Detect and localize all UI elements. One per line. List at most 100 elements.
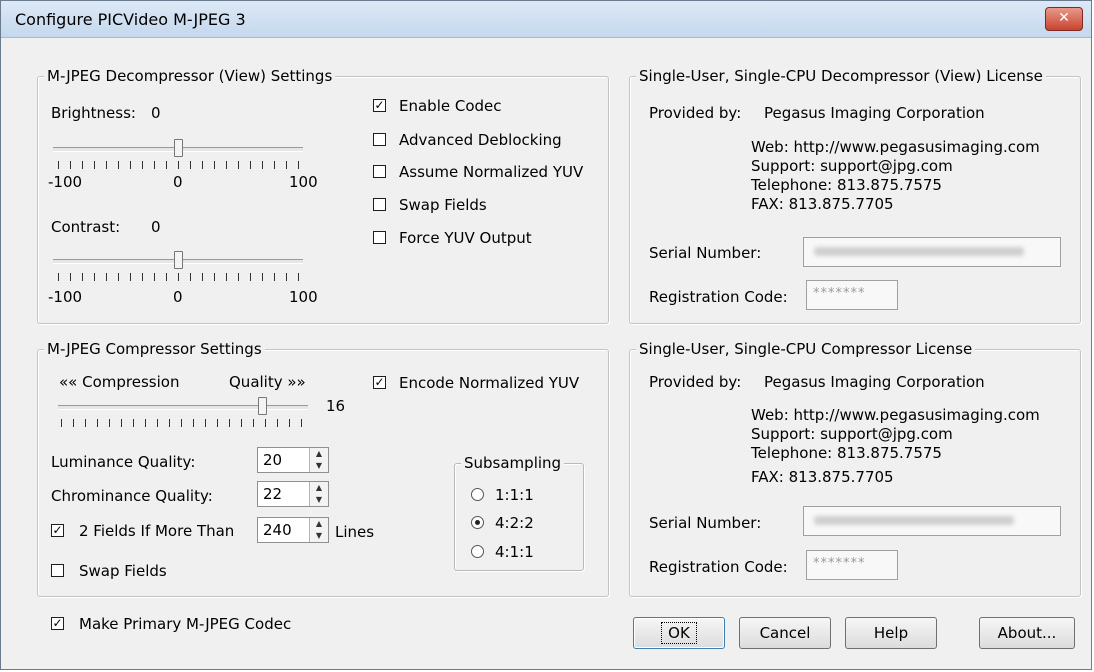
luminance-quality-value: 20	[263, 451, 283, 469]
contrast-scale-min: -100	[48, 288, 83, 306]
make-primary-checkbox[interactable]: ✓ Make Primary M-JPEG Codec	[51, 614, 331, 634]
decomp-provided-label: Provided by:	[649, 104, 742, 122]
ok-button[interactable]: OK	[633, 617, 725, 649]
swap-fields-decomp-label: Swap Fields	[399, 196, 487, 214]
radio-422-circle	[471, 516, 484, 529]
fields-spin-arrows[interactable]: ▲ ▼	[309, 518, 328, 542]
spin-down-icon[interactable]: ▼	[310, 460, 328, 472]
encode-normalized-yuv-label: Encode Normalized YUV	[399, 374, 580, 392]
encode-normalized-yuv-checkmark: ✓	[373, 375, 386, 389]
swap-fields-comp-label: Swap Fields	[79, 562, 167, 580]
title-bar: Configure PICVideo M-JPEG 3 ✕	[1, 1, 1091, 38]
decomp-reg-mask: *******	[813, 286, 866, 301]
about-button-label: About...	[997, 624, 1057, 642]
enable-codec-checkbox[interactable]: ✓ Enable Codec	[373, 96, 593, 116]
advanced-deblocking-checkbox[interactable]: Advanced Deblocking	[373, 130, 593, 150]
comp-serial-field[interactable]	[803, 506, 1061, 536]
brightness-label-text: Brightness:	[51, 104, 136, 122]
decomp-fax: FAX: 813.875.7705	[751, 195, 894, 213]
assume-normalized-yuv-label: Assume Normalized YUV	[399, 163, 584, 181]
assume-normalized-yuv-box	[373, 165, 386, 178]
decomp-telephone: Telephone: 813.875.7575	[751, 176, 942, 194]
help-button-label: Help	[873, 624, 909, 642]
brightness-slider[interactable]	[53, 139, 303, 159]
chrominance-spin-arrows[interactable]: ▲ ▼	[309, 482, 328, 506]
fields-lines-value: 240	[263, 521, 292, 539]
quality-slider-thumb[interactable]	[258, 397, 267, 415]
encode-normalized-yuv-checkbox[interactable]: ✓ Encode Normalized YUV	[373, 373, 598, 393]
decomp-reg-field[interactable]: *******	[806, 280, 898, 310]
chrominance-quality-value: 22	[263, 485, 283, 503]
radio-411[interactable]: 4:1:1	[471, 542, 561, 562]
decompressor-license-legend: Single-User, Single-CPU Decompressor (Vi…	[636, 67, 1046, 85]
radio-111[interactable]: 1:1:1	[471, 485, 561, 505]
luminance-spin-arrows[interactable]: ▲ ▼	[309, 448, 328, 472]
force-yuv-output-checkbox[interactable]: Force YUV Output	[373, 228, 573, 248]
brightness-scale-mid: 0	[173, 173, 183, 191]
radio-411-label: 4:1:1	[495, 543, 534, 561]
fields-lines-spinner[interactable]: 240 ▲ ▼	[257, 517, 329, 543]
comp-provider: Pegasus Imaging Corporation	[764, 373, 985, 391]
comp-support: Support: support@jpg.com	[751, 425, 953, 443]
swap-fields-comp-box	[51, 564, 64, 577]
brightness-slider-thumb[interactable]	[174, 139, 183, 157]
chrominance-quality-label: Chrominance Quality:	[51, 487, 213, 505]
quality-label: Quality »»	[229, 373, 306, 391]
quality-slider[interactable]	[58, 397, 308, 417]
comp-provided-label: Provided by:	[649, 373, 742, 391]
swap-fields-decomp-box	[373, 198, 386, 211]
make-primary-label: Make Primary M-JPEG Codec	[79, 615, 292, 633]
brightness-ticks	[58, 161, 304, 169]
advanced-deblocking-label: Advanced Deblocking	[399, 131, 562, 149]
contrast-scale-mid: 0	[173, 288, 183, 306]
comp-serial-label: Serial Number:	[649, 514, 762, 532]
decomp-serial-label: Serial Number:	[649, 244, 762, 262]
radio-422[interactable]: 4:2:2	[471, 513, 561, 533]
two-fields-checkmark: ✓	[51, 523, 64, 537]
cancel-button[interactable]: Cancel	[739, 617, 831, 649]
quality-value: 16	[326, 397, 346, 415]
brightness-scale-max: 100	[289, 173, 318, 191]
compression-label: «« Compression	[59, 373, 180, 391]
decomp-provider: Pegasus Imaging Corporation	[764, 104, 985, 122]
configure-dialog: Configure PICVideo M-JPEG 3 ✕ M-JPEG Dec…	[0, 0, 1092, 670]
radio-422-label: 4:2:2	[495, 514, 534, 532]
two-fields-label: 2 Fields If More Than	[79, 522, 235, 540]
about-button[interactable]: About...	[979, 617, 1075, 649]
compressor-license-legend: Single-User, Single-CPU Compressor Licen…	[636, 340, 976, 358]
spin-down-icon[interactable]: ▼	[310, 530, 328, 542]
force-yuv-output-box	[373, 231, 386, 244]
quality-ticks	[61, 419, 307, 427]
spin-up-icon[interactable]: ▲	[310, 448, 328, 460]
assume-normalized-yuv-checkbox[interactable]: Assume Normalized YUV	[373, 162, 598, 182]
radio-111-label: 1:1:1	[495, 486, 534, 504]
help-button[interactable]: Help	[845, 617, 937, 649]
spin-up-icon[interactable]: ▲	[310, 482, 328, 494]
enable-codec-label: Enable Codec	[399, 97, 502, 115]
spin-down-icon[interactable]: ▼	[310, 494, 328, 506]
contrast-value: 0	[151, 218, 161, 236]
comp-reg-field[interactable]: *******	[806, 550, 898, 580]
luminance-quality-spinner[interactable]: 20 ▲ ▼	[257, 447, 329, 473]
decomp-web: Web: http://www.pegasusimaging.com	[751, 138, 1040, 156]
comp-web: Web: http://www.pegasusimaging.com	[751, 406, 1040, 424]
swap-fields-decomp-checkbox[interactable]: Swap Fields	[373, 195, 573, 215]
two-fields-checkbox[interactable]: ✓ 2 Fields If More Than	[51, 521, 256, 541]
brightness-value: 0	[151, 104, 161, 122]
chrominance-quality-spinner[interactable]: 22 ▲ ▼	[257, 481, 329, 507]
force-yuv-output-label: Force YUV Output	[399, 229, 532, 247]
contrast-ticks	[58, 273, 304, 281]
luminance-quality-label: Luminance Quality:	[51, 453, 196, 471]
lines-label: Lines	[335, 523, 375, 541]
comp-fax: FAX: 813.875.7705	[751, 468, 894, 486]
swap-fields-comp-checkbox[interactable]: Swap Fields	[51, 561, 231, 581]
decomp-support: Support: support@jpg.com	[751, 157, 953, 175]
contrast-slider[interactable]	[53, 251, 303, 271]
comp-reg-mask: *******	[813, 556, 866, 571]
contrast-slider-thumb[interactable]	[174, 251, 183, 269]
comp-telephone: Telephone: 813.875.7575	[751, 444, 942, 462]
spin-up-icon[interactable]: ▲	[310, 518, 328, 530]
contrast-scale-max: 100	[289, 288, 318, 306]
decomp-serial-field[interactable]	[803, 237, 1061, 267]
close-icon[interactable]: ✕	[1045, 7, 1083, 31]
